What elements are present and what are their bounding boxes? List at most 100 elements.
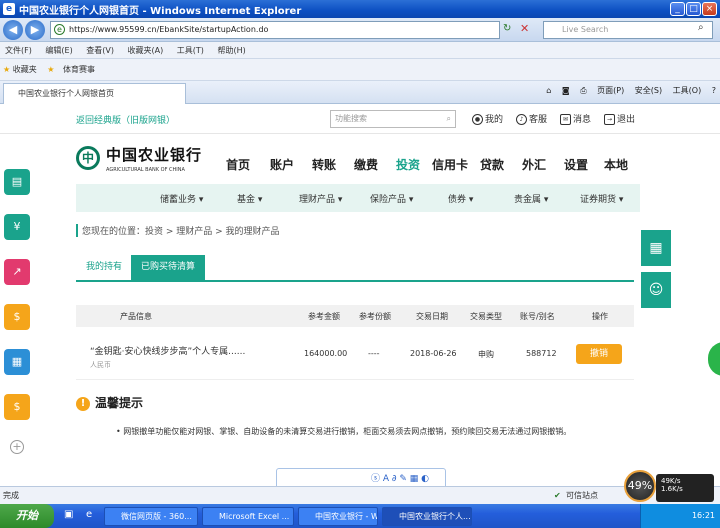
tab-label: 中国农业银行个人网银首页 [18, 89, 114, 98]
address-input[interactable]: e https://www.95599.cn/EbankSite/startup… [50, 21, 500, 39]
my-link[interactable]: ● 我的 [472, 112, 503, 125]
print-icon[interactable]: ⎙ [580, 86, 586, 95]
cancel-order-button[interactable]: 撤销 [576, 344, 622, 364]
sidebar-chart-icon[interactable]: ↗ [4, 259, 30, 285]
maximize-button[interactable]: □ [686, 2, 701, 16]
perf-monitor-panel: 49K/s 1.6K/s [656, 474, 714, 502]
minimize-button[interactable]: _ [670, 2, 685, 16]
subnav-securities[interactable]: 证券期货 ▾ [580, 192, 623, 205]
holdings-tabs: 我的持有 已购买待清算 [76, 255, 634, 282]
start-button[interactable]: 开始 [0, 504, 54, 528]
sidebar-yen-icon[interactable]: ¥ [4, 214, 30, 240]
clock: 16:21 [691, 511, 715, 520]
close-window-button[interactable]: × [702, 2, 717, 16]
menu-view[interactable]: 查看(V) [86, 46, 114, 55]
function-search-input[interactable]: 功能搜索 ⌕ [330, 110, 456, 128]
sidebar-card-icon[interactable]: ▤ [4, 169, 30, 195]
search-icon[interactable]: ⌕ [447, 111, 451, 127]
nav-settings[interactable]: 设置 [564, 156, 588, 173]
sidebar-coins-icon[interactable]: $ [4, 304, 30, 330]
security-icon: e [54, 24, 65, 35]
breadcrumb: 您现在的位置：投资 > 理财产品 > 我的理财产品 [76, 224, 280, 237]
status-text: 完成 [3, 491, 19, 500]
site-top-strip: 返回经典版（旧版网银） 功能搜索 ⌕ ● 我的 ♪ 客服 ✉ 消息 → 退出 [0, 104, 720, 134]
menu-tools[interactable]: 工具(T) [177, 46, 204, 55]
classic-version-link[interactable]: 返回经典版（旧版网银） [76, 113, 175, 126]
task-abc-ebank[interactable]: 中国农业银行个人... [382, 507, 472, 526]
shares-cell: ---- [368, 349, 380, 358]
user-icon: ● [472, 114, 483, 125]
system-tray: 16:21 [640, 504, 720, 528]
nav-credit-card[interactable]: 信用卡 [432, 156, 468, 173]
stop-icon[interactable]: ✕ [520, 22, 529, 35]
nav-account[interactable]: 账户 [270, 156, 294, 173]
nav-home[interactable]: 首页 [226, 156, 250, 173]
sidebar-dollar-icon[interactable]: $ [4, 394, 30, 420]
page-menu[interactable]: 页面(P) [597, 86, 624, 95]
add-favorite-icon[interactable]: ★ [47, 65, 54, 74]
favorites-star-icon: ★ [3, 65, 11, 74]
ie-icon: e [3, 3, 15, 15]
task-wechat[interactable]: 微信网页版 - 360... [104, 507, 198, 526]
start-label: 开始 [16, 509, 38, 522]
product-currency: 人民币 [90, 361, 111, 369]
nav-forex[interactable]: 外汇 [522, 156, 546, 173]
forward-button[interactable]: ▶ [25, 20, 45, 40]
tab-bar: 中国农业银行个人网银首页 ⌂ ◙ ⎙ 页面(P) 安全(S) 工具(O) ? [0, 81, 720, 104]
help-icon[interactable]: ? [712, 86, 716, 95]
favorites-bar: ★ 收藏夹 ★ 体育赛事 [0, 59, 720, 81]
customer-service-icon[interactable]: ☺ [641, 272, 671, 308]
tab-pending-clearing[interactable]: 已购买待清算 [131, 255, 206, 280]
nav-investment[interactable]: 投资 [396, 156, 420, 173]
header-action: 操作 [592, 312, 608, 321]
qrcode-icon[interactable]: ▦ [641, 230, 671, 266]
task-abc-window[interactable]: 中国农业银行 - W... [298, 507, 378, 526]
logout-label: 退出 [617, 115, 636, 125]
function-search-placeholder: 功能搜索 [335, 114, 367, 123]
home-icon[interactable]: ⌂ [546, 86, 551, 95]
nav-payment[interactable]: 缴费 [354, 156, 378, 173]
subnav-fund[interactable]: 基金 ▾ [237, 192, 262, 205]
menu-file[interactable]: 文件(F) [5, 46, 32, 55]
live-search-input[interactable]: Live Search [543, 21, 713, 39]
subnav-insurance[interactable]: 保险产品 ▾ [370, 192, 413, 205]
browser-tab[interactable]: 中国农业银行个人网银首页 [3, 83, 186, 104]
product-name[interactable]: “金钥匙·安心快线步步高”个人专属...... [90, 344, 245, 357]
subnav-bonds-label: 债券 [448, 195, 467, 205]
perf-monitor-bubble[interactable]: 49% [624, 470, 656, 502]
quicklaunch-icon[interactable]: ▣ [64, 509, 73, 520]
subnav-bonds[interactable]: 债券 ▾ [448, 192, 473, 205]
sidebar-add-icon[interactable]: + [10, 440, 24, 454]
task-excel[interactable]: Microsoft Excel ... [202, 507, 294, 526]
menu-edit[interactable]: 编辑(E) [45, 46, 72, 55]
subnav-metals[interactable]: 贵金属 ▾ [514, 192, 548, 205]
nav-local[interactable]: 本地 [604, 156, 628, 173]
refresh-icon[interactable]: ↻ [503, 23, 511, 34]
header-amount: 参考金额 [308, 312, 340, 321]
nav-loan[interactable]: 贷款 [480, 156, 504, 173]
nav-transfer[interactable]: 转账 [312, 156, 336, 173]
subnav-wealth[interactable]: 理财产品 ▾ [299, 192, 342, 205]
subnav-securities-label: 证券期货 [580, 195, 617, 205]
side-widget-tab[interactable] [708, 342, 720, 376]
message-link[interactable]: ✉ 消息 [560, 112, 591, 125]
feeds-icon[interactable]: ◙ [562, 86, 570, 95]
logout-link[interactable]: → 退出 [604, 112, 635, 125]
tools-menu[interactable]: 工具(O) [673, 86, 702, 95]
ime-tools-icon[interactable]: ⓢ A ∂ ✎ ▦ ◐ [371, 471, 429, 484]
favorite-item[interactable]: 体育赛事 [63, 65, 95, 74]
header-date: 交易日期 [416, 312, 448, 321]
tab-my-holdings[interactable]: 我的持有 [76, 255, 132, 280]
favorites-button[interactable]: 收藏夹 [13, 65, 37, 74]
search-icon[interactable]: ⌕ [698, 22, 704, 33]
command-bar: ⌂ ◙ ⎙ 页面(P) 安全(S) 工具(O) ? [538, 85, 716, 96]
back-button[interactable]: ◀ [3, 20, 23, 40]
menu-favorites[interactable]: 收藏夹(A) [128, 46, 164, 55]
ie-quicklaunch-icon[interactable]: e [86, 509, 92, 520]
subnav-savings[interactable]: 储蓄业务 ▾ [160, 192, 203, 205]
menu-help[interactable]: 帮助(H) [217, 46, 245, 55]
service-link[interactable]: ♪ 客服 [516, 112, 547, 125]
upload-speed: 49K/s [661, 477, 681, 485]
safety-menu[interactable]: 安全(S) [635, 86, 662, 95]
sidebar-id-icon[interactable]: ▦ [4, 349, 30, 375]
